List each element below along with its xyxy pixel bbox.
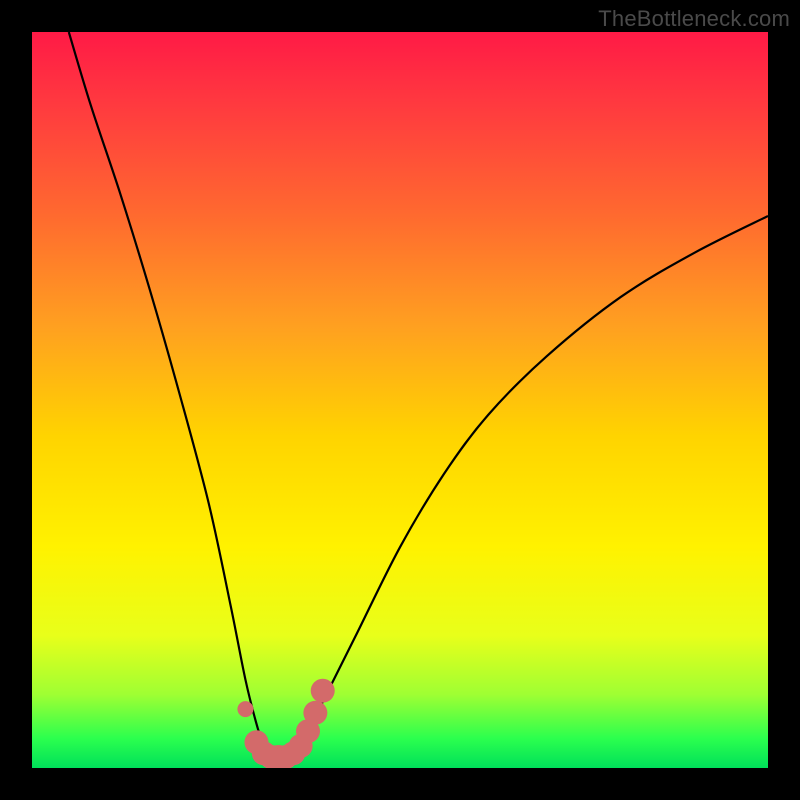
chart-svg [32, 32, 768, 768]
chart-frame: TheBottleneck.com [0, 0, 800, 800]
watermark-text: TheBottleneck.com [598, 6, 790, 32]
highlight-point [237, 701, 253, 717]
chart-plot-area [32, 32, 768, 768]
bottleneck-curve [69, 32, 768, 754]
highlight-points-group [237, 679, 334, 768]
highlight-point [311, 679, 335, 703]
highlight-point [303, 701, 327, 725]
